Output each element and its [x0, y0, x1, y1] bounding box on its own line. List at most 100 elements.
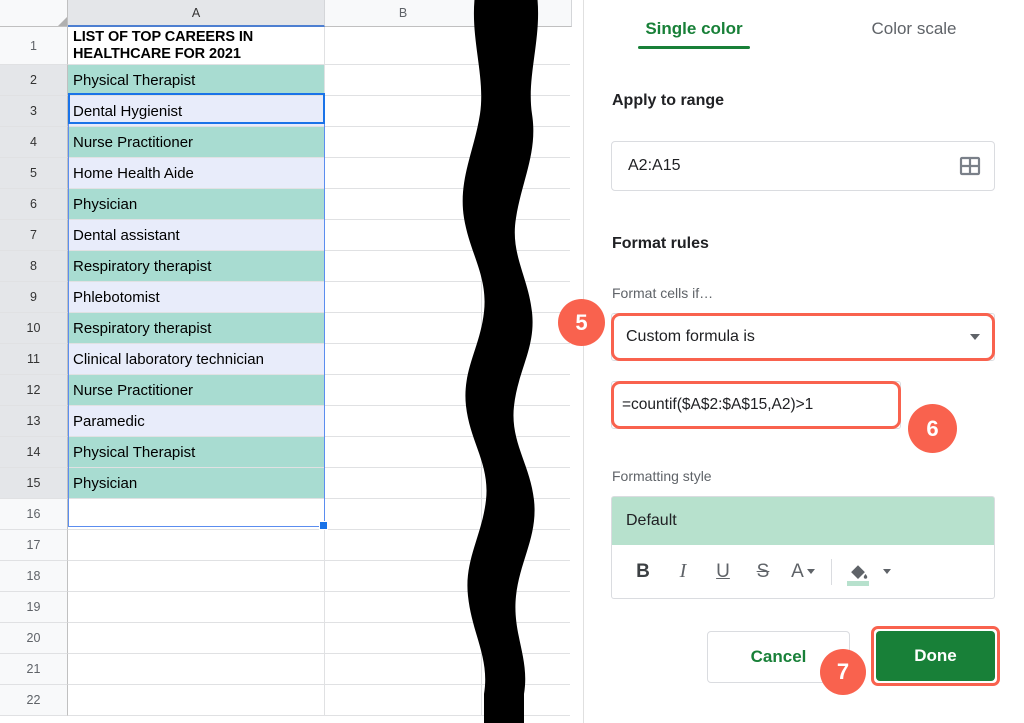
row-header-22[interactable]: 22 [0, 685, 68, 716]
cell-C9[interactable] [482, 282, 572, 313]
cell-B14[interactable] [325, 437, 482, 468]
cell-A17[interactable] [68, 530, 325, 561]
cell-C19[interactable] [482, 592, 572, 623]
cell-A22[interactable] [68, 685, 325, 716]
cell-C2[interactable] [482, 65, 572, 96]
cell-A14[interactable]: Physical Therapist [68, 437, 325, 468]
row-header-10[interactable]: 10 [0, 313, 68, 344]
cell-A15[interactable]: Physician [68, 468, 325, 499]
row-header-3[interactable]: 3 [0, 96, 68, 127]
cell-B17[interactable] [325, 530, 482, 561]
apply-to-range-input[interactable]: A2:A15 [611, 141, 995, 191]
cell-B13[interactable] [325, 406, 482, 437]
strikethrough-button[interactable]: S [744, 553, 782, 591]
cell-C20[interactable] [482, 623, 572, 654]
cell-A19[interactable] [68, 592, 325, 623]
cell-A8[interactable]: Respiratory therapist [68, 251, 325, 282]
cell-A18[interactable] [68, 561, 325, 592]
cell-B9[interactable] [325, 282, 482, 313]
cell-B20[interactable] [325, 623, 482, 654]
cell-B4[interactable] [325, 127, 482, 158]
select-all-corner[interactable] [0, 0, 68, 27]
cell-C12[interactable] [482, 375, 572, 406]
row-header-11[interactable]: 11 [0, 344, 68, 375]
grid-range-picker-icon[interactable] [958, 154, 982, 178]
cell-A10[interactable]: Respiratory therapist [68, 313, 325, 344]
column-header-c[interactable]: C [482, 0, 572, 27]
text-color-button[interactable]: A [784, 553, 822, 591]
cell-C4[interactable] [482, 127, 572, 158]
row-header-17[interactable]: 17 [0, 530, 68, 561]
row-header-13[interactable]: 13 [0, 406, 68, 437]
done-button[interactable]: Done [876, 631, 995, 681]
cell-B1[interactable] [325, 27, 482, 65]
cell-C16[interactable] [482, 499, 572, 530]
tab-color-scale[interactable]: Color scale [804, 0, 1024, 57]
tab-single-color[interactable]: Single color [584, 0, 804, 57]
row-header-16[interactable]: 16 [0, 499, 68, 530]
row-header-1[interactable]: 1 [0, 27, 68, 65]
cell-A9[interactable]: Phlebotomist [68, 282, 325, 313]
cell-B21[interactable] [325, 654, 482, 685]
row-header-21[interactable]: 21 [0, 654, 68, 685]
selection-fill-handle[interactable] [319, 521, 328, 530]
cell-A1[interactable]: LIST OF TOP CAREERS IN HEALTHCARE FOR 20… [68, 27, 325, 65]
cell-A5[interactable]: Home Health Aide [68, 158, 325, 189]
cell-A6[interactable]: Physician [68, 189, 325, 220]
row-header-9[interactable]: 9 [0, 282, 68, 313]
row-header-2[interactable]: 2 [0, 65, 68, 96]
cell-B22[interactable] [325, 685, 482, 716]
cell-B10[interactable] [325, 313, 482, 344]
cell-A20[interactable] [68, 623, 325, 654]
cell-A12[interactable]: Nurse Practitioner [68, 375, 325, 406]
custom-formula-input[interactable]: =countif($A$2:$A$15,A2)>1 [611, 381, 901, 429]
cell-C8[interactable] [482, 251, 572, 282]
fill-color-button[interactable] [841, 553, 875, 591]
column-header-a[interactable]: A [68, 0, 325, 27]
cell-A11[interactable]: Clinical laboratory technician [68, 344, 325, 375]
row-header-6[interactable]: 6 [0, 189, 68, 220]
row-header-5[interactable]: 5 [0, 158, 68, 189]
cell-B15[interactable] [325, 468, 482, 499]
bold-button[interactable]: B [624, 553, 662, 591]
sheet-vertical-scrollbar[interactable] [570, 27, 583, 723]
row-header-8[interactable]: 8 [0, 251, 68, 282]
cell-A16[interactable] [68, 499, 325, 530]
cell-C6[interactable] [482, 189, 572, 220]
cell-B7[interactable] [325, 220, 482, 251]
cell-B16[interactable] [325, 499, 482, 530]
row-header-4[interactable]: 4 [0, 127, 68, 158]
cell-C15[interactable] [482, 468, 572, 499]
cell-A2[interactable]: Physical Therapist [68, 65, 325, 96]
cell-C14[interactable] [482, 437, 572, 468]
cell-C1[interactable] [482, 27, 572, 65]
cell-B19[interactable] [325, 592, 482, 623]
cell-A4[interactable]: Nurse Practitioner [68, 127, 325, 158]
cell-C11[interactable] [482, 344, 572, 375]
column-header-b[interactable]: B [325, 0, 482, 27]
cell-C13[interactable] [482, 406, 572, 437]
cell-C21[interactable] [482, 654, 572, 685]
row-header-19[interactable]: 19 [0, 592, 68, 623]
cell-B6[interactable] [325, 189, 482, 220]
cell-B3[interactable] [325, 96, 482, 127]
row-header-15[interactable]: 15 [0, 468, 68, 499]
cell-C5[interactable] [482, 158, 572, 189]
cell-B12[interactable] [325, 375, 482, 406]
underline-button[interactable]: U [704, 553, 742, 591]
cell-B18[interactable] [325, 561, 482, 592]
cell-A13[interactable]: Paramedic [68, 406, 325, 437]
cell-B8[interactable] [325, 251, 482, 282]
cell-B5[interactable] [325, 158, 482, 189]
cell-C3[interactable] [482, 96, 572, 127]
condition-dropdown[interactable]: Custom formula is [611, 313, 995, 361]
row-header-18[interactable]: 18 [0, 561, 68, 592]
cell-A7[interactable]: Dental assistant [68, 220, 325, 251]
cell-A3[interactable]: Dental Hygienist [68, 96, 325, 127]
row-header-7[interactable]: 7 [0, 220, 68, 251]
cell-C17[interactable] [482, 530, 572, 561]
cell-C18[interactable] [482, 561, 572, 592]
cell-C22[interactable] [482, 685, 572, 716]
row-header-12[interactable]: 12 [0, 375, 68, 406]
cell-C7[interactable] [482, 220, 572, 251]
